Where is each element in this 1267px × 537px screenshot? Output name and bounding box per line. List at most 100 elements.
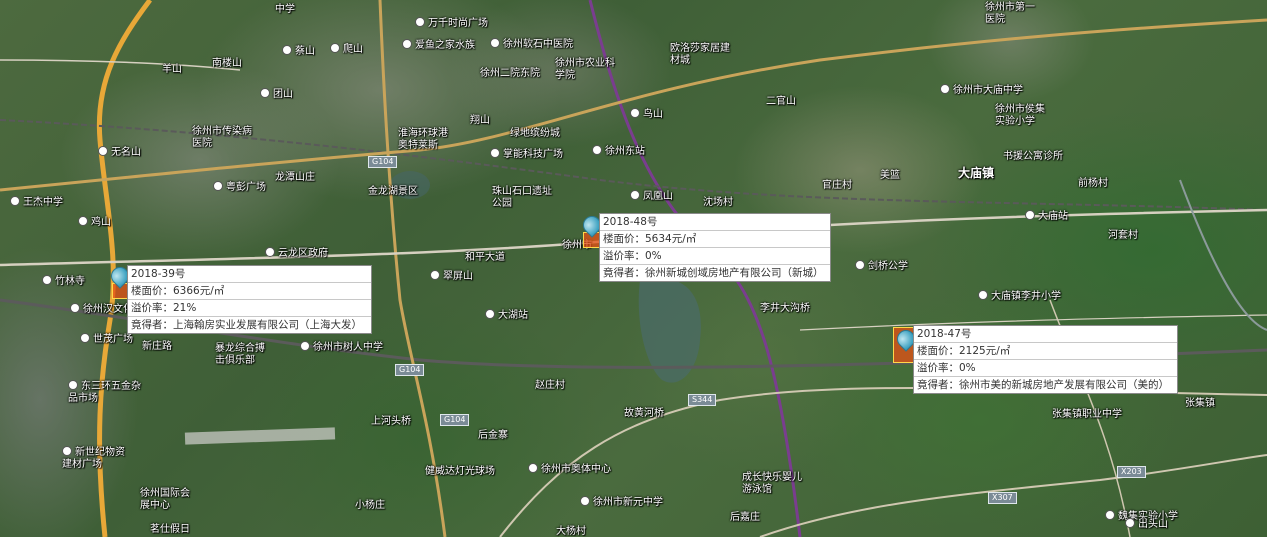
place-label[interactable]: 大杨村 <box>556 526 586 537</box>
place-label[interactable]: 后嘉庄 <box>730 512 760 524</box>
place-label[interactable]: 爱鱼之家水族 <box>402 39 475 52</box>
place-label[interactable]: 剑桥公学 <box>855 260 908 273</box>
place-label[interactable]: 中学 <box>275 4 295 16</box>
place-label[interactable]: 茗仕假日 <box>150 524 190 536</box>
poi-icon <box>213 181 223 191</box>
road-label[interactable]: 和平大道 <box>465 252 505 264</box>
place-label[interactable]: 后金寨 <box>478 430 508 442</box>
place-label[interactable]: 徐州市奥体中心 <box>528 463 611 476</box>
parcel-id: 2018-39号 <box>128 266 371 283</box>
place-label[interactable]: 竹林寺 <box>42 275 85 288</box>
train-station-icon <box>485 309 495 319</box>
place-label[interactable]: 出头山 <box>1125 518 1168 531</box>
place-label[interactable]: 南楼山 <box>212 58 242 70</box>
satellite-map[interactable]: G104 G104 G104 S344 X203 X307 中学 万千时尚广场 … <box>0 0 1267 537</box>
place-label[interactable]: 成长快乐婴儿游泳馆 <box>742 472 802 496</box>
place-label[interactable]: 赵庄村 <box>535 380 565 392</box>
place-label[interactable]: 张集镇职业中学 <box>1052 409 1122 421</box>
place-label[interactable]: 徐州市树人中学 <box>300 341 383 354</box>
government-icon <box>265 247 275 257</box>
poi-icon <box>282 45 292 55</box>
place-label[interactable]: 徐州东站 <box>592 145 645 158</box>
parcel-id: 2018-47号 <box>914 326 1177 343</box>
place-label[interactable]: 翠屏山 <box>430 270 473 283</box>
parcel-2018-39-callout[interactable]: 2018-39号 楼面价：6366元/㎡ 溢价率：21% 竟得者：上海翰房实业发… <box>127 265 372 334</box>
place-label[interactable]: 王杰中学 <box>10 196 63 209</box>
poi-icon <box>330 43 340 53</box>
place-label[interactable]: 健威达灯光球场 <box>425 466 495 478</box>
place-label[interactable]: 翔山 <box>470 115 490 127</box>
road-g104-south <box>378 0 447 537</box>
place-label[interactable]: 大庙站 <box>1025 210 1068 223</box>
place-label[interactable]: 金龙湖景区 <box>368 186 418 198</box>
place-label[interactable]: 羊山 <box>162 64 182 76</box>
place-label[interactable]: 河套村 <box>1108 230 1138 242</box>
floor-price: 楼面价：5634元/㎡ <box>600 231 830 248</box>
place-label[interactable]: 凤凰山 <box>630 190 673 203</box>
place-label[interactable]: 鸡山 <box>78 216 111 229</box>
place-label[interactable]: 徐州市大庙中学 <box>940 84 1023 97</box>
poi-icon <box>402 39 412 49</box>
parcel-2018-48-callout[interactable]: 2018-48号 楼面价：5634元/㎡ 溢价率：0% 竟得者：徐州新城创域房地… <box>599 213 831 282</box>
place-label[interactable]: 沈场村 <box>703 197 733 209</box>
place-label[interactable]: 鸟山 <box>630 108 663 121</box>
place-label[interactable]: 徐州二院东院 <box>480 68 540 80</box>
parcel-2018-47-callout[interactable]: 2018-47号 楼面价：2125元/㎡ 溢价率：0% 竟得者：徐州市美的新城房… <box>913 325 1178 394</box>
road-shield: G104 <box>395 364 425 376</box>
parcel-id: 2018-48号 <box>600 214 830 231</box>
road-shield: X307 <box>988 492 1017 504</box>
road-shield: X203 <box>1117 466 1146 478</box>
poi-icon <box>940 84 950 94</box>
poi-icon <box>42 275 52 285</box>
place-label[interactable]: 故黄河桥 <box>624 408 664 420</box>
place-label[interactable]: 暴龙综合搏击俱乐部 <box>215 343 267 367</box>
road-shield: G104 <box>440 414 470 426</box>
place-label[interactable]: 珠山石口遗址公园 <box>492 186 552 210</box>
place-label[interactable]: 大湖站 <box>485 309 528 322</box>
place-label[interactable]: 爬山 <box>330 43 363 56</box>
place-label[interactable]: 绿地缤纷城 <box>510 128 560 140</box>
place-label[interactable]: 二官山 <box>766 96 796 108</box>
poi-icon <box>630 108 640 118</box>
stadium-icon <box>528 463 538 473</box>
winning-bidder: 竟得者：徐州市美的新城房地产发展有限公司（美的） <box>917 379 1169 391</box>
place-label[interactable]: 粤彭广场 <box>213 181 266 194</box>
place-label[interactable]: 团山 <box>260 88 293 101</box>
place-label[interactable]: 东三环五金杂品市场 <box>68 380 148 405</box>
place-label[interactable]: 徐州软石中医院 <box>490 38 573 51</box>
poi-icon <box>70 303 80 313</box>
town-label[interactable]: 大庙镇 <box>958 167 994 179</box>
place-label[interactable]: 上河头桥 <box>371 416 411 428</box>
place-label[interactable]: 徐州市农业科学院 <box>555 58 617 82</box>
road-label[interactable]: 新庄路 <box>142 341 172 353</box>
place-label[interactable]: 万千时尚广场 <box>415 17 488 30</box>
place-label[interactable]: 徐州市新元中学 <box>580 496 663 509</box>
place-label[interactable]: 徐州国际会展中心 <box>140 488 190 512</box>
place-label[interactable]: 大庙镇李井小学 <box>978 290 1061 303</box>
place-label[interactable]: 新世纪物资建材广场 <box>62 446 132 471</box>
place-label[interactable]: 官庄村 <box>822 180 852 192</box>
place-label[interactable]: 世茂广场 <box>80 333 133 346</box>
place-label[interactable]: 美篮 <box>880 170 900 182</box>
winning-bidder: 竟得者：徐州新城创域房地产有限公司（新城） <box>603 267 824 279</box>
premium-rate: 溢价率：0% <box>914 360 1177 377</box>
place-label[interactable]: 掌能科技广场 <box>490 148 563 161</box>
place-label[interactable]: 徐州市第一医院 <box>985 2 1035 26</box>
place-label[interactable]: 欧洛莎家居建材城 <box>670 43 730 67</box>
place-label[interactable]: 徐州汉文化 <box>70 303 133 316</box>
place-label[interactable]: 张集镇 <box>1185 398 1215 410</box>
place-label[interactable]: 书援公寓诊所 <box>1003 151 1063 163</box>
place-label[interactable]: 蔡山 <box>282 45 315 58</box>
place-label[interactable]: 淮海环球港奥特莱斯 <box>398 128 456 152</box>
place-label[interactable]: 小杨庄 <box>355 500 385 512</box>
place-label[interactable]: 徐州市传染病医院 <box>192 126 260 150</box>
place-label[interactable]: 徐州市侯集实验小学 <box>995 104 1047 128</box>
poi-icon <box>630 190 640 200</box>
place-label[interactable]: 李井大沟桥 <box>760 303 810 315</box>
place-label[interactable]: 无名山 <box>98 146 141 159</box>
place-label[interactable]: 云龙区政府 <box>265 247 328 260</box>
place-label[interactable]: 前杨村 <box>1078 178 1108 190</box>
place-label[interactable]: 龙潭山庄 <box>275 172 315 184</box>
hospital-icon <box>490 38 500 48</box>
road-shield: G104 <box>368 156 398 168</box>
